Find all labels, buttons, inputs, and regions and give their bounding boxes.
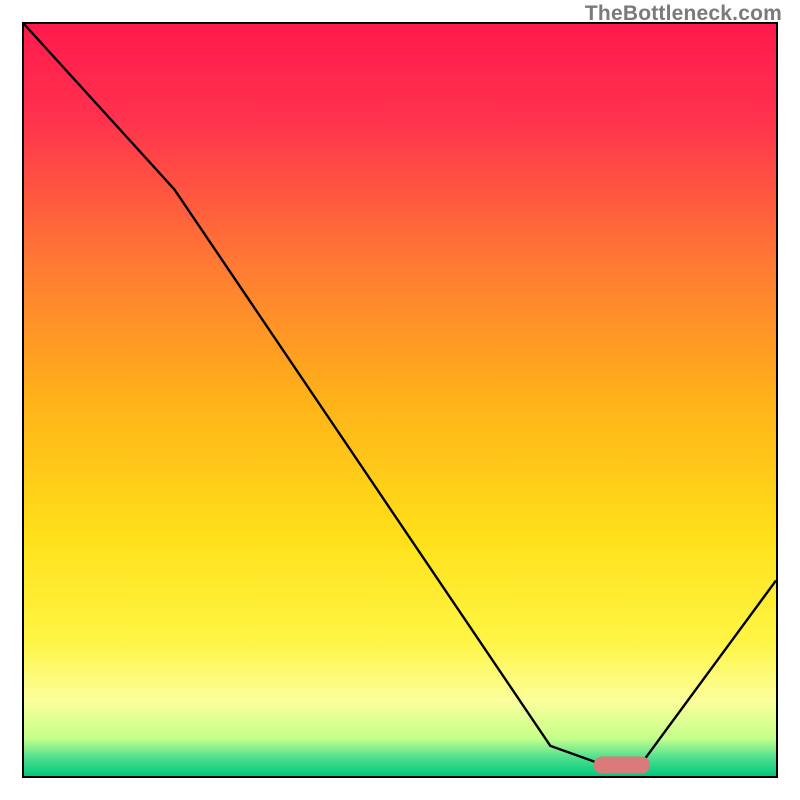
- background-gradient: [24, 24, 776, 776]
- chart-plot-area: [22, 22, 778, 778]
- optimal-range-marker: [594, 756, 650, 773]
- chart-svg: [24, 24, 776, 776]
